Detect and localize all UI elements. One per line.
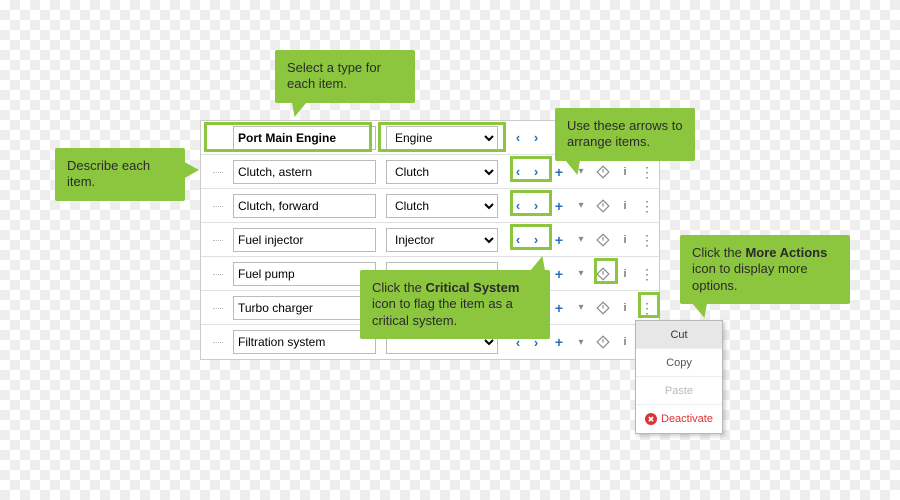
item-name-input[interactable]: [233, 296, 376, 320]
menu-item-cut[interactable]: Cut: [636, 321, 722, 349]
callout-text: Use these arrows to arrange items.: [567, 118, 683, 149]
item-name-input[interactable]: [233, 262, 376, 286]
context-menu: Cut Copy Paste Deactivate: [635, 320, 723, 434]
arrange-arrows: ‹ ›: [508, 162, 546, 182]
arrange-arrows: ‹ ›: [508, 196, 546, 216]
info-icon[interactable]: i: [616, 197, 634, 215]
menu-item-paste: Paste: [636, 377, 722, 405]
callout-critical: Click the Critical System icon to flag t…: [360, 270, 550, 339]
arrange-arrows: ‹ ›: [508, 230, 546, 250]
critical-system-icon[interactable]: [594, 197, 612, 215]
info-icon[interactable]: i: [616, 231, 634, 249]
menu-item-deactivate[interactable]: Deactivate: [636, 405, 722, 433]
callout-text: Select a type for each item.: [287, 60, 381, 91]
item-type-select[interactable]: Clutch: [386, 160, 498, 184]
chevron-down-icon[interactable]: ▾: [572, 231, 590, 249]
item-name-cell: [227, 126, 382, 150]
plus-icon[interactable]: +: [550, 333, 568, 351]
critical-system-icon[interactable]: [594, 231, 612, 249]
callout-describe: Describe each item.: [55, 148, 185, 201]
callout-text-post: icon to flag the item as a critical syst…: [372, 296, 513, 327]
item-name-input[interactable]: [233, 330, 376, 354]
arrow-left-icon[interactable]: ‹: [509, 129, 527, 147]
arrange-arrows: ‹ ›: [508, 128, 546, 148]
plus-icon[interactable]: +: [550, 299, 568, 317]
callout-tail: [291, 99, 312, 117]
info-icon[interactable]: i: [616, 333, 634, 351]
plus-icon[interactable]: +: [550, 231, 568, 249]
plus-icon[interactable]: +: [550, 265, 568, 283]
callout-text-post: icon to display more options.: [692, 261, 808, 292]
item-name-input[interactable]: [233, 194, 376, 218]
more-actions-icon[interactable]: ⋮: [638, 163, 656, 181]
item-type-cell: Engine: [382, 126, 502, 150]
callout-arrows: Use these arrows to arrange items.: [555, 108, 695, 161]
row-actions: ‹ › + ▾ i ⋮: [502, 230, 659, 250]
callout-tail: [686, 300, 707, 318]
info-icon[interactable]: i: [616, 265, 634, 283]
item-type-select[interactable]: Clutch: [386, 194, 498, 218]
callout-select-type: Select a type for each item.: [275, 50, 415, 103]
more-actions-icon[interactable]: ⋮: [638, 231, 656, 249]
menu-item-copy[interactable]: Copy: [636, 349, 722, 377]
info-icon[interactable]: i: [616, 299, 634, 317]
chevron-down-icon[interactable]: ▾: [572, 197, 590, 215]
table-row: Clutch ‹ › + ▾ i ⋮: [201, 189, 659, 223]
plus-icon[interactable]: +: [550, 197, 568, 215]
item-type-select[interactable]: Injector: [386, 228, 498, 252]
callout-more: Click the More Actions icon to display m…: [680, 235, 850, 304]
critical-system-icon[interactable]: [594, 163, 612, 181]
callout-tail: [181, 160, 199, 180]
arrow-right-icon[interactable]: ›: [527, 163, 545, 181]
arrow-left-icon[interactable]: ‹: [509, 231, 527, 249]
row-actions: ‹ › + ▾ i ⋮: [502, 196, 659, 216]
more-actions-icon[interactable]: ⋮: [638, 197, 656, 215]
critical-system-icon[interactable]: [594, 265, 612, 283]
chevron-down-icon[interactable]: ▾: [572, 333, 590, 351]
callout-text-bold: More Actions: [745, 245, 827, 260]
callout-text: Describe each item.: [67, 158, 150, 189]
table-row: Injector ‹ › + ▾ i ⋮: [201, 223, 659, 257]
critical-system-icon[interactable]: [594, 299, 612, 317]
item-name-input[interactable]: [233, 160, 376, 184]
arrow-right-icon[interactable]: ›: [527, 129, 545, 147]
more-actions-icon[interactable]: ⋮: [638, 299, 656, 317]
critical-system-icon[interactable]: [594, 333, 612, 351]
callout-tail: [524, 256, 545, 274]
arrow-left-icon[interactable]: ‹: [509, 163, 527, 181]
row-actions: ‹ › + ▾ i ⋮: [502, 162, 659, 182]
item-name-input[interactable]: [233, 126, 376, 150]
chevron-down-icon[interactable]: ▾: [572, 265, 590, 283]
callout-tail: [559, 157, 580, 175]
arrow-right-icon[interactable]: ›: [527, 197, 545, 215]
item-name-input[interactable]: [233, 228, 376, 252]
arrow-left-icon[interactable]: ‹: [509, 197, 527, 215]
item-type-select[interactable]: Engine: [386, 126, 498, 150]
callout-text-pre: Click the: [692, 245, 745, 260]
more-actions-icon[interactable]: ⋮: [638, 265, 656, 283]
chevron-down-icon[interactable]: ▾: [572, 299, 590, 317]
callout-text-bold: Critical System: [425, 280, 519, 295]
arrow-right-icon[interactable]: ›: [527, 231, 545, 249]
info-icon[interactable]: i: [616, 163, 634, 181]
callout-text-pre: Click the: [372, 280, 425, 295]
